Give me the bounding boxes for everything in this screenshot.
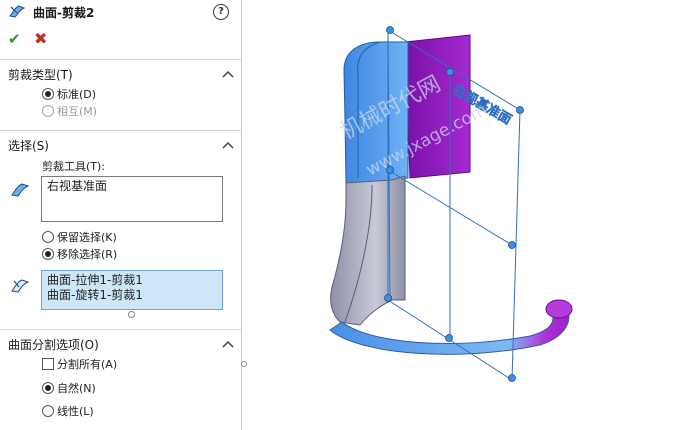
ok-button[interactable]: ✔ (8, 30, 21, 48)
radio-linear[interactable]: 线性(L) (42, 405, 94, 419)
radio-label: 保留选择(K) (57, 231, 117, 244)
trim-type-header[interactable]: 剪裁类型(T) (8, 66, 73, 83)
radio-dot (42, 231, 54, 243)
ring-end-cap (545, 299, 573, 319)
radio-natural[interactable]: 自然(N) (42, 382, 96, 396)
radio-keep-selections[interactable]: 保留选择(K) (42, 231, 117, 245)
cancel-button[interactable]: ✖ (34, 29, 47, 48)
checkbox-split-all[interactable]: 分割所有(A) (42, 358, 117, 372)
list-item[interactable]: 曲面-拉伸1-剪裁1 (47, 273, 217, 288)
radio-dot (42, 88, 54, 100)
trim-tool-value: 右视基准面 (47, 179, 108, 193)
radio-label: 标准(D) (57, 88, 97, 101)
radio-label: 移除选择(R) (57, 248, 118, 261)
chevron-up-icon[interactable] (222, 340, 234, 348)
radio-dot (42, 105, 54, 117)
pieces-icon (11, 279, 30, 293)
property-manager: 曲面-剪裁2 ? ✔ ✖ 剪裁类型(T) 标准(D) 相互(M) 选择(S) 剪… (0, 0, 242, 430)
checkbox-box (42, 358, 54, 370)
radio-dot (42, 248, 54, 260)
selections-header[interactable]: 选择(S) (8, 137, 49, 154)
trim-tool-icon (11, 183, 30, 197)
resize-grip[interactable] (128, 311, 135, 318)
radio-remove-selections[interactable]: 移除选择(R) (42, 248, 117, 262)
trim-tool-label: 剪裁工具(T): (42, 160, 106, 173)
graphics-viewport[interactable]: 右视基准面 机械时代网 www.jxage.com (243, 0, 700, 430)
feature-title: 曲面-剪裁2 (33, 6, 95, 20)
checkbox-label: 分割所有(A) (57, 358, 118, 371)
chevron-up-icon[interactable] (222, 70, 234, 78)
radio-label: 相互(M) (57, 105, 98, 118)
divider (0, 130, 242, 131)
radio-label: 自然(N) (57, 382, 96, 395)
help-icon[interactable]: ? (213, 4, 229, 20)
list-item[interactable]: 曲面-旋转1-剪裁1 (47, 288, 217, 303)
split-options-header[interactable]: 曲面分割选项(O) (8, 336, 99, 353)
radio-dot (42, 382, 54, 394)
surface-trim-icon (8, 5, 26, 18)
chevron-up-icon[interactable] (222, 141, 234, 149)
radio-dot (42, 405, 54, 417)
radio-standard[interactable]: 标准(D) (42, 88, 96, 102)
pieces-list[interactable]: 曲面-拉伸1-剪裁1 曲面-旋转1-剪裁1 (41, 270, 223, 310)
radio-label: 线性(L) (57, 405, 94, 418)
divider (0, 59, 242, 60)
trim-tool-field[interactable]: 右视基准面 (41, 176, 223, 222)
divider (0, 329, 242, 330)
title-bar: 曲面-剪裁2 ? (0, 0, 242, 24)
radio-mutual: 相互(M) (42, 105, 97, 119)
gray-surface (330, 175, 406, 326)
